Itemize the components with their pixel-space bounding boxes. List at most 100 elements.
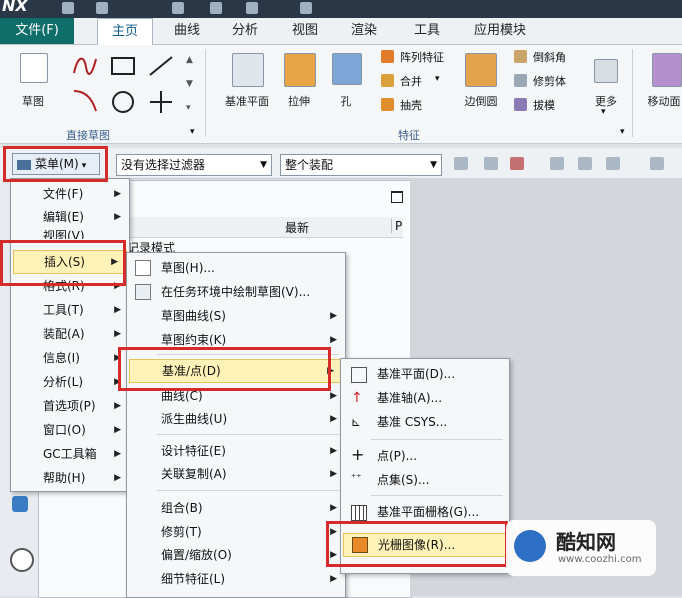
quick-access-icon[interactable] [210, 2, 222, 14]
curve-tools-icons[interactable] [70, 53, 180, 115]
move-face-icon[interactable] [652, 53, 682, 87]
menu-item-help[interactable]: 帮助(H) ▶ [11, 467, 129, 489]
tab-curve[interactable]: 曲线 [160, 18, 214, 44]
pattern-feature-label[interactable]: 阵列特征 [400, 49, 444, 65]
menu-separator [157, 434, 339, 435]
tab-tools[interactable]: 工具 [400, 18, 454, 44]
menu-item-associative-copy[interactable]: 关联复制(A) ▶ [127, 463, 345, 485]
select-box-icon[interactable] [606, 157, 620, 170]
selection-filter-value: 没有选择过滤器 [121, 158, 206, 172]
quick-access-icon[interactable] [172, 2, 184, 14]
tab-file[interactable]: 文件(F) [0, 18, 74, 44]
tab-application[interactable]: 应用模块 [460, 18, 540, 44]
history-clock-icon[interactable] [10, 548, 34, 572]
column-p[interactable]: P [391, 219, 402, 233]
edge-blend-label[interactable]: 边倒圆 [456, 93, 506, 109]
menu-item-combine[interactable]: 组合(B) ▶ [127, 497, 345, 519]
datum-plane-label[interactable]: 基准平面 [216, 93, 278, 109]
scroll-up-icon[interactable]: ▲ [186, 55, 193, 65]
menu-item-point-set[interactable]: 点集(S)... [341, 469, 509, 491]
tab-analysis[interactable]: 分析 [218, 18, 272, 44]
unite-icon[interactable] [381, 74, 394, 87]
trim-body-icon[interactable] [514, 74, 527, 87]
menu-item-edit[interactable]: 编辑(E) ▶ [11, 206, 129, 228]
menu-separator [371, 439, 503, 440]
menu-item-offset-scale[interactable]: 偏置/缩放(O) ▶ [127, 544, 345, 566]
unite-label[interactable]: 合并 [400, 73, 422, 89]
move-face-label[interactable]: 移动面 [646, 93, 682, 109]
maximize-icon[interactable] [391, 191, 403, 203]
extrude-icon[interactable] [284, 53, 316, 87]
expand-icon[interactable]: ▾ [186, 103, 191, 113]
quick-access-icon[interactable] [246, 2, 258, 14]
edge-blend-icon[interactable] [465, 53, 497, 87]
more-dropdown-icon[interactable]: ▾ [601, 107, 606, 117]
shell-icon[interactable] [381, 98, 394, 111]
menu-item-sketch-in-task[interactable]: 在任务环境中绘制草图(V)... [127, 281, 345, 303]
menu-item-file[interactable]: 文件(F) ▶ [11, 183, 129, 205]
brand-logo-icon [514, 530, 546, 562]
shell-label[interactable]: 抽壳 [400, 97, 422, 113]
menu-item-point[interactable]: 点(P)... [341, 445, 509, 467]
menu-separator [157, 490, 339, 491]
group-dropdown-icon[interactable]: ▾ [620, 127, 625, 137]
selection-filter-dropdown[interactable]: 没有选择过滤器 ▼ [116, 154, 272, 176]
web-browser-icon[interactable] [12, 496, 28, 512]
menu-separator [371, 495, 503, 496]
menu-item-datum-plane-grid[interactable]: 基准平面栅格(G)... [341, 501, 509, 523]
hole-icon[interactable] [332, 53, 362, 85]
draft-label[interactable]: 拔模 [533, 97, 555, 113]
menu-item-sketch-curve[interactable]: 草图曲线(S) ▶ [127, 305, 345, 327]
menu-item-sketch[interactable]: 草图(H)... [127, 257, 345, 279]
sketch-icon[interactable] [20, 53, 48, 83]
assembly-scope-dropdown[interactable]: 整个装配 ▼ [280, 154, 442, 176]
extrude-label[interactable]: 拉伸 [280, 93, 318, 109]
menu-item-window[interactable]: 窗口(O) ▶ [11, 419, 129, 441]
menu-item-datum-axis[interactable]: 基准轴(A)... [341, 387, 509, 409]
view-icon[interactable] [650, 157, 664, 170]
tab-render[interactable]: 渲染 [337, 18, 391, 44]
menu-item-tools[interactable]: 工具(T) ▶ [11, 299, 129, 321]
ribbon: 草图 ▲ ▼ ▾ 直接草图 ▾ 基准平面 拉伸 孔 阵列特征 合并 ▾ 抽壳 边… [0, 45, 682, 144]
scroll-down-icon[interactable]: ▼ [186, 79, 193, 89]
snap-icon[interactable] [578, 157, 592, 170]
watermark-brand: 酷知网 [556, 530, 616, 554]
menu-item-information[interactable]: 信息(I) ▶ [11, 347, 129, 369]
trim-body-label[interactable]: 修剪体 [533, 73, 566, 89]
more-label[interactable]: 更多 [590, 93, 622, 109]
menu-item-preferences[interactable]: 首选项(P) ▶ [11, 395, 129, 417]
draft-icon[interactable] [514, 98, 527, 111]
menu-item-derived-curve[interactable]: 派生曲线(U) ▶ [127, 408, 345, 430]
datum-plane-icon[interactable] [232, 53, 264, 87]
unite-dropdown-icon[interactable]: ▾ [435, 74, 440, 84]
annotation-highlight [3, 146, 108, 182]
menu-item-assembly[interactable]: 装配(A) ▶ [11, 323, 129, 345]
group-dropdown-icon[interactable]: ▾ [190, 127, 195, 137]
menu-item-view[interactable]: 视图(V) [11, 229, 129, 239]
group-divider [205, 49, 206, 137]
menu-item-datum-plane[interactable]: 基准平面(D)... [341, 363, 509, 385]
menu-item-datum-csys[interactable]: 基准 CSYS... [341, 411, 509, 433]
undo-icon[interactable] [96, 2, 108, 14]
snap-icon[interactable] [510, 157, 524, 170]
chamfer-label[interactable]: 倒斜角 [533, 49, 566, 65]
menu-item-gc-toolkit[interactable]: GC工具箱 ▶ [11, 443, 129, 465]
more-icon[interactable] [594, 59, 618, 83]
menu-item-design-feature[interactable]: 设计特征(E) ▶ [127, 440, 345, 462]
column-latest[interactable]: 最新 [285, 219, 309, 236]
chevron-down-icon: ▼ [260, 160, 267, 170]
tab-view[interactable]: 视图 [278, 18, 332, 44]
sketch-label[interactable]: 草图 [8, 93, 58, 109]
snap-icon[interactable] [550, 157, 564, 170]
chamfer-icon[interactable] [514, 50, 527, 63]
filter-icon[interactable] [484, 157, 498, 170]
hole-label[interactable]: 孔 [330, 93, 362, 109]
tab-home[interactable]: 主页 [97, 18, 154, 45]
pattern-feature-icon[interactable] [381, 50, 394, 63]
window-icon[interactable] [300, 2, 312, 14]
menu-item-analysis[interactable]: 分析(L) ▶ [11, 371, 129, 393]
save-icon[interactable] [62, 2, 74, 14]
menu-item-detail-feature[interactable]: 细节特征(L) ▶ [127, 568, 345, 590]
filter-icon[interactable] [454, 157, 468, 170]
menu-item-trim[interactable]: 修剪(T) ▶ [127, 521, 345, 543]
